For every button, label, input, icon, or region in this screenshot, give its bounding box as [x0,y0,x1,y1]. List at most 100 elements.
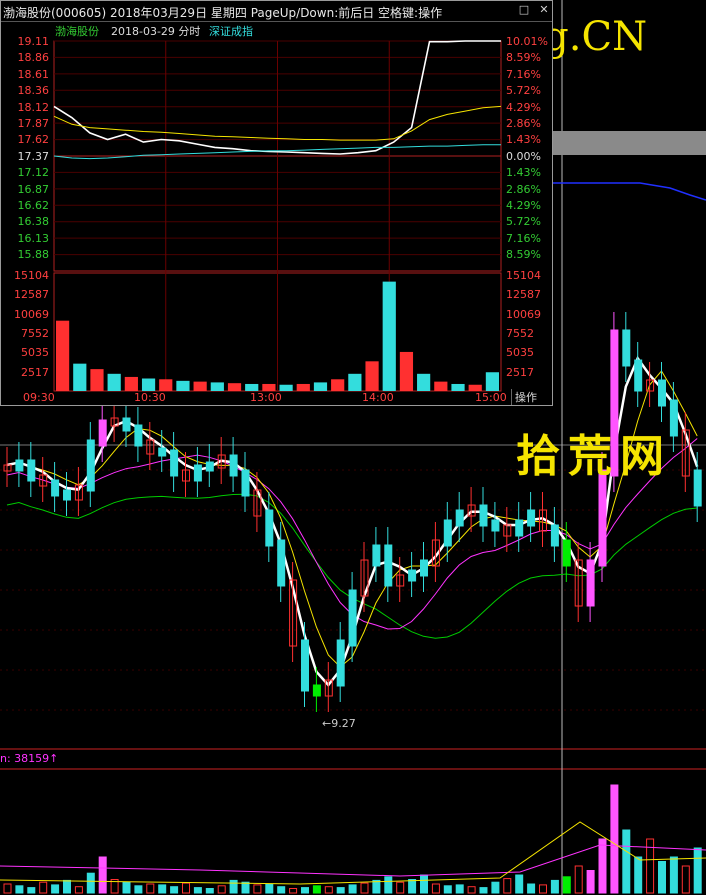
volume-bar [681,865,690,894]
percent-axis-label: 8.59% [506,51,541,65]
volume-bar [384,876,393,894]
candle-body [586,559,595,607]
volume-bar [86,872,95,894]
candle-body [27,459,36,482]
percent-axis-label: 10.01% [506,35,548,48]
volume-axis-label: 5035 [506,346,534,360]
candle-body [98,419,107,447]
price-axis-label: 17.62 [17,133,50,147]
volume-bar [98,856,107,894]
square-icon[interactable]: □ [517,3,531,17]
candle-body [170,449,179,477]
crosshair-band [553,131,706,155]
intraday-popup-window[interactable]: 渤海股份(000605) 2018年03月29日 星期四 PageUp/Down… [0,0,553,406]
low-price-label: ←9.27 [322,717,356,730]
price-axis-label: 17.87 [17,117,50,130]
volume-axis-label: 15104 [14,269,49,282]
watermark-cn: 拾荒网 [516,431,672,482]
candle-body [336,639,345,687]
volume-bar [550,879,559,894]
volume-bar [39,881,48,894]
intraday-volume-bar [331,379,345,391]
price-axis-label: 16.13 [17,231,50,245]
candle-body [658,379,666,407]
candle-body [455,509,464,527]
candle-body [241,469,250,497]
volume-axis-label: 12587 [506,288,541,302]
intraday-volume-bar [90,369,104,391]
volume-bar [420,874,428,894]
percent-axis-label: 5.72% [506,215,541,229]
intraday-volume-bar [107,373,121,391]
volume-bar [443,885,452,894]
volume-bar [193,887,202,894]
percent-axis-label: 4.29% [506,100,541,114]
volume-bar [158,884,167,894]
candle-body [562,539,571,567]
volume-bar [348,884,357,894]
volume-bar [289,888,298,894]
candle-body [408,569,417,582]
ma120-line [553,182,706,201]
candle-body [515,519,524,537]
volume-bar [503,878,512,894]
volume-bar [360,882,369,894]
volume-bar [324,886,333,894]
price-axis-label: 17.37 [17,149,50,163]
percent-axis-label: 7.16% [506,231,541,245]
popup-title: 渤海股份(000605) 2018年03月29日 星期四 PageUp/Down… [3,6,443,20]
price-axis-label: 18.61 [17,67,50,81]
intraday-volume-bar [485,372,499,391]
volume-bar [217,885,226,894]
percent-axis-label: 8.59% [506,248,541,262]
volume-bar [455,884,464,894]
intraday-volume-bar [417,373,431,391]
volume-bar [527,883,536,894]
intraday-chart[interactable] [1,21,552,405]
volume-bar [479,887,488,894]
percent-axis-label: 7.16% [506,67,541,81]
candle-body [51,479,60,497]
popup-titlebar[interactable]: 渤海股份(000605) 2018年03月29日 星期四 PageUp/Down… [1,1,552,22]
volume-bar [229,879,238,894]
operate-button[interactable]: 操作 [511,389,537,405]
intraday-volume-bar [296,383,310,391]
time-axis-label: 13:00 [250,391,282,404]
candle-body [205,461,214,472]
volume-bar [408,879,417,894]
intraday-volume-bar [451,383,465,391]
percent-axis-label: 0.00% [506,149,541,163]
volume-bar [658,861,666,894]
volume-axis-label: 12587 [14,288,49,302]
volume-bar [134,885,143,894]
intraday-volume-bar [434,381,448,391]
volume-bar [205,888,214,894]
candle-body [527,509,536,527]
percent-axis-label: 2.86% [506,182,541,196]
candle-body [598,469,607,567]
volume-bar [265,883,274,894]
close-icon[interactable]: ✕ [537,3,551,17]
index-label[interactable]: 深证成指 [209,23,253,39]
time-axis-label: 10:30 [134,391,166,404]
intraday-volume-bar [382,281,396,391]
percent-axis-label: 4.29% [506,199,541,212]
volume-bar [27,887,36,894]
candle-body [86,439,95,492]
volume-bar [15,885,24,894]
volume-bar [431,883,440,894]
intraday-volume-bar [245,383,259,391]
candle-body [265,509,274,547]
price-axis-label: 18.36 [17,84,50,98]
candle-body [622,329,631,367]
candle-body [134,424,143,447]
volume-bar [622,829,631,894]
volume-indicator-label: n: 38159↑ [0,752,59,765]
volume-bar [122,881,131,894]
candle-body [384,544,393,587]
volume-bar [74,886,83,894]
volume-bar [598,838,607,894]
candle-body [63,489,71,501]
candle-body [491,519,500,532]
candle-body [301,639,309,692]
